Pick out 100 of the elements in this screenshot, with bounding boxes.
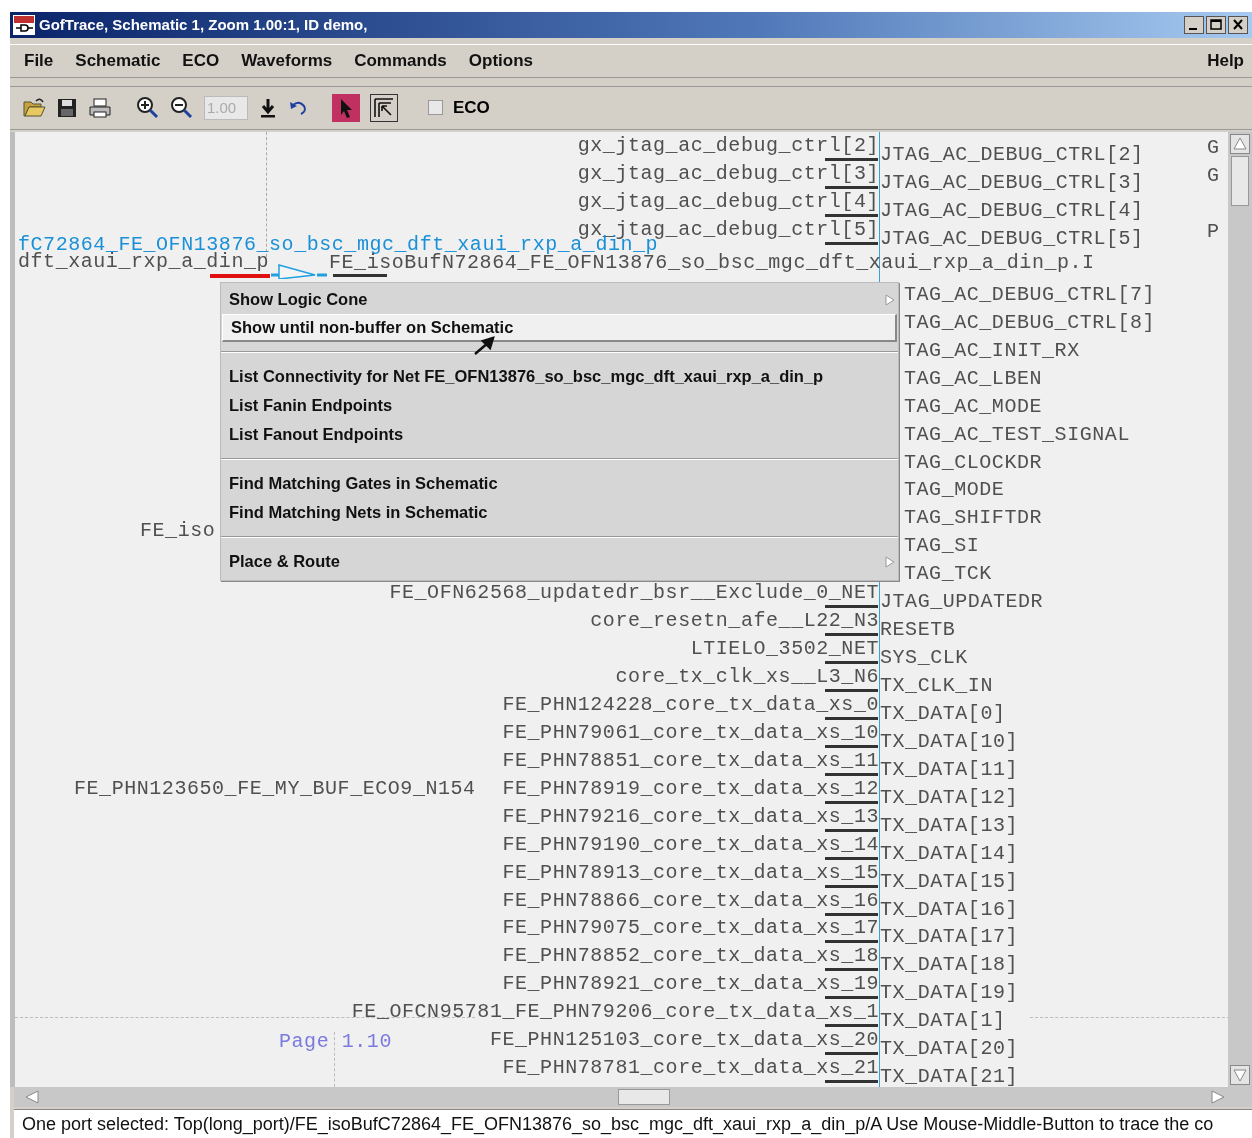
context-menu-item[interactable]: List Fanout Endpoints xyxy=(221,419,898,449)
net-label: FE_PHN78913_core_tx_data_xs_15 xyxy=(502,863,879,881)
port-label: TAG_SHIFTDR xyxy=(904,509,1043,527)
context-menu-item[interactable]: List Fanin Endpoints xyxy=(221,390,898,420)
save-icon[interactable] xyxy=(56,96,78,119)
port-label: TAG_AC_DEBUG_CTRL[7] xyxy=(904,285,1156,303)
port-label: TAG_MODE xyxy=(904,481,1005,499)
menu-item[interactable]: Schematic xyxy=(75,50,161,71)
eco-checkbox[interactable]: ECO xyxy=(428,97,490,118)
app-icon xyxy=(13,15,35,35)
port-label: TX_DATA[19] xyxy=(880,984,1019,1002)
context-menu-item[interactable]: Show until non-buffer on Schematic xyxy=(222,313,897,342)
pin-wire xyxy=(825,940,878,944)
zoom-out-icon[interactable] xyxy=(170,95,194,120)
zoom-in-icon[interactable] xyxy=(136,95,160,120)
pin-wire xyxy=(825,996,878,1000)
net-label: FE_PHN78919_core_tx_data_xs_12 xyxy=(502,779,879,797)
port-label: TX_DATA[1] xyxy=(880,1012,1006,1030)
net-label: LTIELO_3502_NET xyxy=(690,640,879,658)
port-label: TX_DATA[16] xyxy=(880,900,1019,918)
port-label: TX_DATA[17] xyxy=(880,928,1019,946)
open-folder-icon[interactable] xyxy=(22,96,46,119)
arrow-down-icon[interactable] xyxy=(258,96,278,119)
pin-wire xyxy=(825,157,878,161)
port-label: JTAG_AC_DEBUG_CTRL[3] xyxy=(880,173,1144,191)
net-label: FE_PHN79190_core_tx_data_xs_14 xyxy=(502,835,879,853)
schematic-canvas[interactable] xyxy=(10,131,1228,1088)
help-menu[interactable]: Help xyxy=(1207,50,1244,71)
pin-wire xyxy=(825,185,878,189)
pointer-tool-button[interactable] xyxy=(332,93,360,122)
port-label: TX_DATA[11] xyxy=(880,760,1019,778)
port-label: TX_DATA[12] xyxy=(880,788,1019,806)
pin-wire xyxy=(825,912,878,916)
context-menu-item[interactable]: Find Matching Gates in Schematic xyxy=(221,468,898,498)
port-label: TX_DATA[21] xyxy=(880,1068,1019,1086)
menu-item[interactable]: Waveforms xyxy=(241,50,333,71)
menu-item[interactable]: Commands xyxy=(354,50,447,71)
port-label: TX_DATA[0] xyxy=(880,704,1006,722)
selected-wire[interactable] xyxy=(210,273,270,278)
net-label: FE_PHN78866_core_tx_data_xs_16 xyxy=(502,891,879,909)
net-label: core_tx_clk_xs__L3_N6 xyxy=(615,668,879,686)
port-label: JTAG_AC_DEBUG_CTRL[4] xyxy=(880,201,1144,219)
pin-wire xyxy=(825,744,878,748)
port-label: TX_DATA[14] xyxy=(880,844,1019,862)
buffer-symbol[interactable] xyxy=(271,262,327,279)
close-button[interactable] xyxy=(1228,16,1248,34)
port-label: TAG_CLOCKDR xyxy=(904,453,1043,471)
pin-wire xyxy=(825,828,878,832)
context-menu-item[interactable]: Show Logic Cone xyxy=(221,284,898,314)
net-label: FE_PHN79061_core_tx_data_xs_10 xyxy=(502,723,879,741)
minimize-button[interactable] xyxy=(1184,16,1204,34)
net-label: FE_PHN79216_core_tx_data_xs_13 xyxy=(502,807,879,825)
pin-wire xyxy=(825,800,878,804)
pin-wire xyxy=(825,689,878,693)
port-label: TX_DATA[13] xyxy=(880,816,1019,834)
scroll-down-icon[interactable] xyxy=(1230,1065,1250,1086)
trace-tool-button[interactable] xyxy=(370,93,398,122)
net-label: gx_jtag_ac_debug_ctrl[3] xyxy=(577,164,879,182)
net-label: FE_PHN123650_FE_MY_BUF_ECO9_N154 xyxy=(74,779,476,797)
pin-wire xyxy=(825,716,878,720)
pin-wire xyxy=(825,1080,878,1084)
context-menu-item[interactable]: List Connectivity for Net FE_OFN13876_so_bsc_mgc_dft_xaui_rxp_a_din_p xyxy=(221,361,898,391)
horizontal-scrollbar[interactable] xyxy=(14,1087,1252,1108)
port-label: JTAG_AC_DEBUG_CTRL[5] xyxy=(880,229,1144,247)
port-label: RESETB xyxy=(880,621,956,639)
window-title: GofTrace, Schematic 1, Zoom 1.00:1, ID demo, xyxy=(39,16,368,34)
net-label: FE_PHN79075_core_tx_data_xs_17 xyxy=(502,919,879,937)
menu-item[interactable]: File xyxy=(24,50,54,71)
scroll-thumb[interactable] xyxy=(1231,155,1249,206)
port-label: G xyxy=(1207,138,1220,156)
pin-wire xyxy=(825,772,878,776)
port-label: TAG_AC_DEBUG_CTRL[8] xyxy=(904,313,1156,331)
vertical-scrollbar[interactable] xyxy=(1228,131,1252,1088)
port-label: TX_DATA[20] xyxy=(880,1040,1019,1058)
port-label: TAG_AC_TEST_SIGNAL xyxy=(904,425,1130,443)
port-label: TAG_SI xyxy=(904,537,980,555)
port-label: TX_DATA[10] xyxy=(880,732,1019,750)
print-icon[interactable] xyxy=(88,96,112,119)
menu-item[interactable]: ECO xyxy=(182,50,220,71)
scroll-up-icon[interactable] xyxy=(1230,133,1250,154)
pin-wire xyxy=(825,1024,878,1028)
pin-wire xyxy=(825,856,878,860)
instance-label: FE_iso xyxy=(140,521,216,539)
net-label: core_resetn_afe__L22_N3 xyxy=(590,612,879,630)
net-label: FE_PHN78921_core_tx_data_xs_19 xyxy=(502,975,879,993)
context-menu-item[interactable]: Find Matching Nets in Schematic xyxy=(221,497,898,527)
pin-wire xyxy=(825,605,878,609)
port-label: TAG_AC_INIT_RX xyxy=(904,341,1080,359)
port-label: P xyxy=(1207,222,1220,240)
maximize-button[interactable] xyxy=(1206,16,1226,34)
menu-item[interactable]: Options xyxy=(468,50,533,71)
port-label: SYS_CLK xyxy=(880,649,968,667)
port-label: TAG_AC_LBEN xyxy=(904,369,1043,387)
pin-wire xyxy=(825,1052,878,1056)
context-menu-item[interactable]: Place & Route xyxy=(221,546,898,576)
pin-wire xyxy=(825,884,878,888)
scroll-thumb[interactable] xyxy=(618,1089,670,1106)
net-label: gx_jtag_ac_debug_ctrl[2] xyxy=(577,136,879,154)
net-label: gx_jtag_ac_debug_ctrl[4] xyxy=(577,192,879,210)
port-label: TAG_AC_MODE xyxy=(904,397,1043,415)
